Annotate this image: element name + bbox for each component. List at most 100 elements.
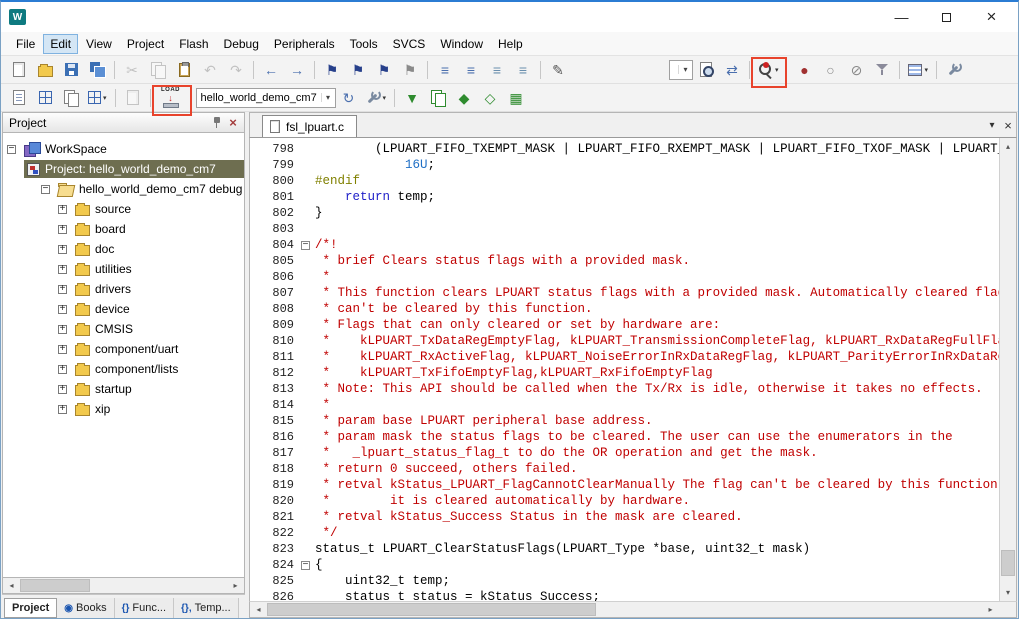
- download-to-board-icon[interactable]: ▼: [400, 86, 424, 110]
- menu-project[interactable]: Project: [120, 34, 171, 54]
- tree-item-device[interactable]: +device: [3, 299, 244, 319]
- view-list-icon[interactable]: ▾: [905, 58, 931, 82]
- undo-icon[interactable]: ↶: [198, 58, 222, 82]
- expander-plus-icon[interactable]: +: [58, 405, 67, 414]
- previous-bookmark-icon[interactable]: ⚑: [346, 58, 370, 82]
- quick-search-combo[interactable]: ▾: [669, 60, 693, 80]
- expander-plus-icon[interactable]: +: [58, 365, 67, 374]
- build-target-combo[interactable]: hello_world_demo_cm7▾: [196, 88, 336, 108]
- menu-svcs[interactable]: SVCS: [386, 34, 433, 54]
- panel-close-icon[interactable]: ×: [225, 115, 241, 131]
- tab-close-icon[interactable]: ×: [1000, 116, 1016, 134]
- navigate-back-icon[interactable]: ←: [259, 58, 283, 82]
- expander-plus-icon[interactable]: +: [58, 345, 67, 354]
- tree-item-component-lists[interactable]: +component/lists: [3, 359, 244, 379]
- pin-icon[interactable]: [209, 115, 225, 131]
- editor-vscroll-thumb[interactable]: [1001, 550, 1015, 576]
- project-hscroll-thumb[interactable]: [20, 579, 90, 592]
- expander-minus-icon[interactable]: −: [7, 145, 16, 154]
- expander-plus-icon[interactable]: +: [58, 245, 67, 254]
- tab-list-dropdown-icon[interactable]: ▾: [984, 116, 1000, 134]
- edit-template-icon[interactable]: ✎: [546, 58, 570, 82]
- tree-item-cmsis[interactable]: +CMSIS: [3, 319, 244, 339]
- make-icon[interactable]: [33, 86, 57, 110]
- options-icon[interactable]: [942, 58, 966, 82]
- navigate-forward-icon[interactable]: →: [285, 58, 309, 82]
- tree-item-xip[interactable]: +xip: [3, 399, 244, 419]
- compile-icon[interactable]: [7, 86, 31, 110]
- expander-plus-icon[interactable]: +: [58, 305, 67, 314]
- stop-build-icon[interactable]: [121, 86, 145, 110]
- tree-item-doc[interactable]: +doc: [3, 239, 244, 259]
- tree-item-source[interactable]: +source: [3, 199, 244, 219]
- save-icon[interactable]: [59, 58, 83, 82]
- expander-plus-icon[interactable]: +: [58, 205, 67, 214]
- open-file-icon[interactable]: [33, 58, 57, 82]
- expander-plus-icon[interactable]: +: [58, 325, 67, 334]
- tree-item-board[interactable]: +board: [3, 219, 244, 239]
- scroll-up-icon[interactable]: ▴: [1000, 138, 1016, 155]
- menu-flash[interactable]: Flash: [172, 34, 215, 54]
- tree-item-drivers[interactable]: +drivers: [3, 279, 244, 299]
- new-file-icon[interactable]: [7, 58, 31, 82]
- copy-icon[interactable]: [146, 58, 170, 82]
- expander-plus-icon[interactable]: +: [58, 285, 67, 294]
- panel-tab-books[interactable]: ◉Books: [57, 598, 114, 618]
- next-bookmark-icon[interactable]: ⚑: [372, 58, 396, 82]
- scroll-right-icon[interactable]: ▸: [227, 578, 244, 593]
- expander-plus-icon[interactable]: +: [58, 265, 67, 274]
- build-all-icon[interactable]: [59, 86, 83, 110]
- scroll-right-icon[interactable]: ▸: [982, 602, 999, 617]
- find-icon[interactable]: ▾: [755, 58, 782, 82]
- tree-item-project[interactable]: Project: hello_world_demo_cm7: [3, 159, 244, 179]
- editor-hscroll-thumb[interactable]: [267, 603, 596, 616]
- paste-icon[interactable]: [172, 58, 196, 82]
- clear-bookmarks-icon[interactable]: ⚑: [398, 58, 422, 82]
- menu-tools[interactable]: Tools: [343, 34, 385, 54]
- tree-item-component-uart[interactable]: +component/uart: [3, 339, 244, 359]
- debug-without-download-icon[interactable]: ◇: [478, 86, 502, 110]
- redo-icon[interactable]: ↷: [224, 58, 248, 82]
- editor-vscroll-track[interactable]: [1000, 155, 1016, 584]
- tree-item-startup[interactable]: +startup: [3, 379, 244, 399]
- refresh-target-icon[interactable]: ↻: [337, 86, 361, 110]
- project-options-icon[interactable]: ▾: [363, 86, 390, 110]
- fold-icon[interactable]: −: [301, 561, 310, 570]
- disable-breakpoints-icon[interactable]: ⊘: [844, 58, 868, 82]
- panel-tab-project[interactable]: Project: [4, 598, 57, 618]
- scroll-left-icon[interactable]: ◂: [250, 602, 267, 617]
- project-hscroll-track[interactable]: [20, 578, 227, 593]
- panel-tab-functions[interactable]: {}Func...: [115, 598, 174, 618]
- expander-plus-icon[interactable]: +: [58, 385, 67, 394]
- code-area[interactable]: 798 (LPUART_FIFO_TXEMPT_MASK | LPUART_FI…: [250, 138, 999, 601]
- breakpoint-filter-icon[interactable]: [870, 58, 894, 82]
- tree-item-debug-folder[interactable]: −hello_world_demo_cm7 debug: [3, 179, 244, 199]
- toggle-bookmark-icon[interactable]: ⚑: [320, 58, 344, 82]
- search-document-icon[interactable]: [694, 58, 718, 82]
- menu-help[interactable]: Help: [491, 34, 530, 54]
- fold-icon[interactable]: −: [301, 241, 310, 250]
- menu-view[interactable]: View: [79, 34, 119, 54]
- tree-item-utilities[interactable]: +utilities: [3, 259, 244, 279]
- cut-icon[interactable]: ✂: [120, 58, 144, 82]
- editor-hscroll-track[interactable]: [267, 602, 982, 617]
- menu-peripherals[interactable]: Peripherals: [267, 34, 342, 54]
- indent-icon[interactable]: ≡: [459, 58, 483, 82]
- editor-tab-fsl-lpuart[interactable]: fsl_lpuart.c: [262, 115, 357, 137]
- expander-plus-icon[interactable]: +: [58, 225, 67, 234]
- download-and-debug-icon[interactable]: ◆: [452, 86, 476, 110]
- menu-edit[interactable]: Edit: [43, 34, 78, 54]
- maximize-button[interactable]: [924, 3, 969, 31]
- expander-minus-icon[interactable]: −: [41, 185, 50, 194]
- chevron-down-icon[interactable]: ▾: [678, 65, 692, 74]
- scroll-left-icon[interactable]: ◂: [3, 578, 20, 593]
- close-button[interactable]: ×: [969, 3, 1014, 31]
- chevron-down-icon[interactable]: ▾: [321, 93, 335, 102]
- menu-debug[interactable]: Debug: [217, 34, 266, 54]
- replace-icon[interactable]: ⇄: [720, 58, 744, 82]
- cmsis-manager-icon[interactable]: ▦: [504, 86, 528, 110]
- minimize-button[interactable]: —: [879, 3, 924, 31]
- toggle-breakpoint-icon[interactable]: ●: [792, 58, 816, 82]
- scroll-down-icon[interactable]: ▾: [1000, 584, 1016, 601]
- menu-window[interactable]: Window: [433, 34, 490, 54]
